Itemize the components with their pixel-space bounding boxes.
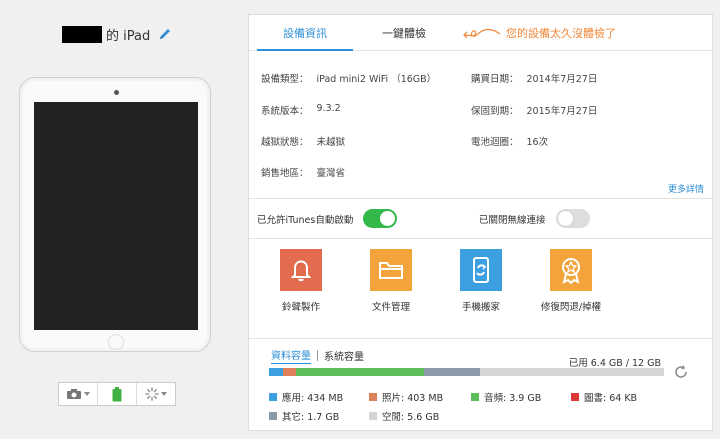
tab-data-storage[interactable]: 資料容量 [271,347,311,364]
phone-transfer-button[interactable]: 手機搬家 [441,249,521,313]
repair-crash-button[interactable]: 修復閃退/掉權 [531,249,611,313]
storage-bar [269,368,664,376]
ipad-screen [34,102,198,330]
itunes-autostart-switch[interactable] [363,209,398,228]
tool-label: 手機搬家 [461,302,500,313]
device-title: 的 iPad [62,24,172,44]
curved-arrow-icon [463,28,501,38]
camera-icon [67,389,81,399]
info-label: 保固到期： [471,106,519,117]
tab-bar: 設備資訊 一鍵體檢 您的設備太久沒體檢了 [249,15,712,51]
info-label: 設備類型： [261,74,309,85]
ipad-home-button [108,334,124,350]
info-purchase-date: 購買日期： 2014年7月27日 [471,71,597,85]
legend-swatch [369,393,377,401]
device-info-panel: 設備資訊 一鍵體檢 您的設備太久沒體檢了 設備類型： iPad mini2 Wi… [248,14,713,431]
info-label: 購買日期： [471,74,519,85]
ringtone-maker-button[interactable]: 鈴聲製作 [261,249,341,313]
ipad-image [19,77,211,352]
check-reminder[interactable]: 您的設備太久沒體檢了 [462,25,616,41]
storage-tabs: 資料容量 系統容量 [271,347,364,364]
info-label: 系統版本： [261,106,309,117]
check-reminder-text: 您的設備太久沒體檢了 [506,26,616,40]
info-value: 2014年7月27日 [526,74,598,85]
chevron-down-icon [84,392,90,396]
pencil-icon[interactable] [158,27,172,41]
info-value: 16次 [526,137,549,148]
info-label: 越獄狀態： [261,137,309,148]
device-info-section: 設備類型： iPad mini2 WiFi （16GB） 購買日期： 2014年… [249,51,712,199]
storage-bar-segment [424,368,480,376]
tab-separator [317,350,318,361]
redacted-device-owner [62,25,102,43]
more-details-link[interactable]: 更多詳情 [668,182,704,195]
legend-other: 其它: 1.7 GB [269,409,339,423]
toggle-section: 已允許iTunes自動啟動 已關閉無線連接 [249,199,712,239]
info-battery-cycles: 電池迴圈： 16次 [471,134,548,148]
legend-label: 圖書: 64 KB [584,393,638,404]
chevron-down-icon [161,392,167,396]
battery-icon [112,386,122,401]
tools-section: 鈴聲製作 文件管理 手機搬家 修復閃退/掉權 [249,239,712,339]
ipad-camera [114,90,119,95]
device-toolbar [58,382,176,406]
loading-button[interactable] [137,383,175,405]
info-value: 2015年7月27日 [526,106,598,117]
legend-swatch [269,393,277,401]
legend-photos: 照片: 403 MB [369,390,443,404]
repair-badge-icon [550,249,592,291]
legend-swatch [571,393,579,401]
wireless-label: 已關閉無線連接 [479,214,546,226]
legend-apps: 應用: 434 MB [269,390,343,404]
spinner-icon [145,387,159,401]
storage-bar-segment [282,368,296,376]
legend-swatch [471,393,479,401]
storage-bar-segment [269,368,283,376]
tool-label: 文件管理 [371,302,410,313]
device-name-label: 的 iPad [106,28,151,44]
info-sales-region: 銷售地區： 臺灣省 [261,165,345,179]
legend-label: 照片: 403 MB [382,393,444,404]
legend-label: 空閒: 5.6 GB [382,412,440,423]
info-device-type: 設備類型： iPad mini2 WiFi （16GB） [261,71,436,85]
info-label: 電池迴圈： [471,137,519,148]
info-value: iPad mini2 WiFi （16GB） [316,74,437,85]
device-preview-panel: 的 iPad [0,0,240,439]
screenshot-button[interactable] [59,383,98,405]
itunes-autostart-label: 已允許iTunes自動啟動 [257,214,354,226]
info-value: 9.3.2 [316,103,341,114]
tab-device-info[interactable]: 設備資訊 [257,15,353,51]
legend-books: 圖書: 64 KB [571,390,637,404]
legend-free: 空閒: 5.6 GB [369,409,439,423]
info-warranty: 保固到期： 2015年7月27日 [471,103,597,117]
itunes-autostart-toggle-row: 已允許iTunes自動啟動 [257,209,398,228]
storage-bar-segment [295,368,425,376]
info-label: 銷售地區： [261,168,309,179]
tab-one-click-check[interactable]: 一鍵體檢 [358,15,450,51]
legend-label: 其它: 1.7 GB [282,412,340,423]
storage-used-text: 已用 6.4 GB / 12 GB [568,358,661,369]
storage-section: 資料容量 系統容量 已用 6.4 GB / 12 GB 應用: 434 MB 照… [249,339,712,429]
tool-label: 修復閃退/掉權 [540,302,602,313]
legend-swatch [369,412,377,420]
refresh-icon[interactable] [674,364,688,378]
info-value: 臺灣省 [316,168,346,179]
legend-label: 音頻: 3.9 GB [484,393,542,404]
info-jailbreak: 越獄狀態： 未越獄 [261,134,345,148]
legend-audio: 音頻: 3.9 GB [471,390,541,404]
info-value: 未越獄 [316,137,346,148]
legend-swatch [269,412,277,420]
storage-bar-segment [479,368,664,376]
tab-system-storage[interactable]: 系統容量 [324,348,364,363]
tool-label: 鈴聲製作 [281,302,320,313]
info-system-version: 系統版本： 9.3.2 [261,103,341,117]
file-manager-button[interactable]: 文件管理 [351,249,431,313]
folder-icon [370,249,412,291]
battery-button[interactable] [98,383,137,405]
phone-transfer-icon [460,249,502,291]
wireless-switch[interactable] [555,209,590,228]
wireless-toggle-row: 已關閉無線連接 [479,209,590,228]
bell-icon [280,249,322,291]
legend-label: 應用: 434 MB [282,393,344,404]
